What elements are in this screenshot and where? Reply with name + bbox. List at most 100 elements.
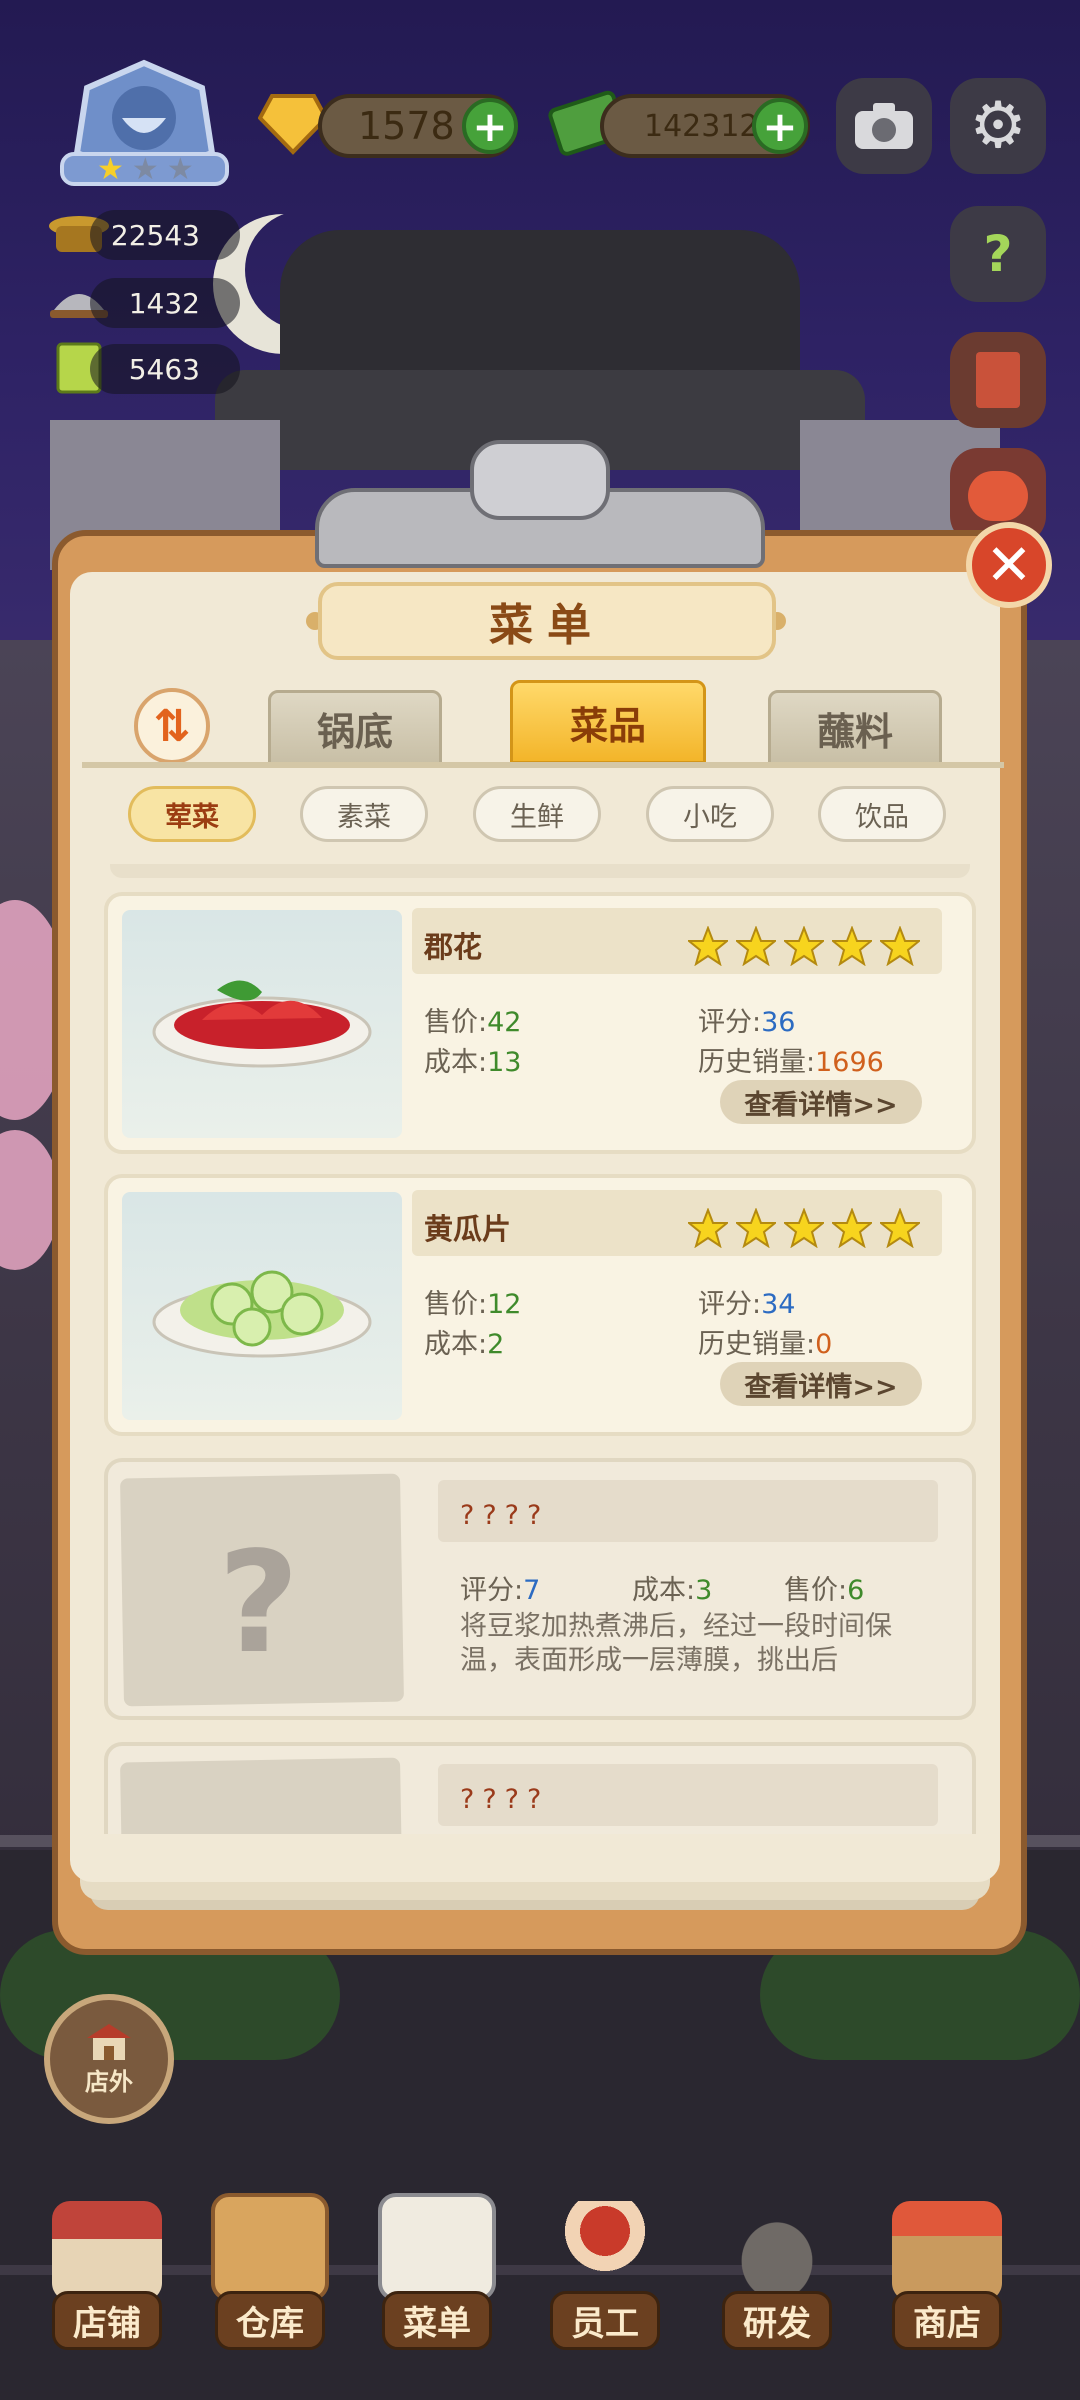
category-fresh[interactable]: 生鲜 (473, 786, 601, 842)
score-label: 评分: (698, 1007, 762, 1038)
tab-soup-base[interactable]: 锅底 (268, 690, 442, 766)
sort-arrows-icon: ⇅ (153, 700, 191, 752)
camera-button[interactable] (836, 78, 932, 174)
sales-label: 历史销量: (698, 1329, 816, 1360)
stat-value-3: 5463 (128, 352, 200, 386)
nav-menu[interactable]: 菜单 (372, 2190, 502, 2350)
nav-label: 菜单 (382, 2291, 492, 2350)
camera-icon (855, 103, 913, 149)
price-value: 6 (847, 1575, 865, 1606)
sales-row: 历史销量:0 (698, 1322, 832, 1361)
dish-name: 黄瓜片 (424, 1212, 512, 1246)
locked-dish-card[interactable]: ? ???? 评分:7 成本:3 售价:6 将豆浆加热煮沸后，经过一段时间保温，… (104, 1458, 976, 1720)
nav-label: 员工 (550, 2291, 660, 2350)
cost-value: 2 (487, 1329, 505, 1360)
add-cash-button[interactable]: + (752, 98, 808, 154)
outside-label: 店外 (85, 2067, 133, 2096)
price-label: 售价: (424, 1007, 488, 1038)
clipboard-clip-top (470, 440, 610, 520)
warehouse-boxes-icon (211, 2193, 329, 2301)
stat-value-1: 22543 (110, 218, 200, 252)
dish-card[interactable]: 黄瓜片 售价:12 成本:2 评分:34 历史销量:0 查看详情>> (104, 1174, 976, 1436)
star-icon (686, 1207, 730, 1249)
star-icon (734, 925, 778, 967)
sales-value: 0 (815, 1329, 833, 1360)
cost-value: 3 (695, 1575, 713, 1606)
nav-label: 商店 (892, 2291, 1002, 2350)
nav-label: 店铺 (52, 2291, 162, 2350)
close-button[interactable]: ✕ (966, 522, 1052, 608)
shop-front-icon (87, 2023, 131, 2060)
store-icon (52, 2201, 162, 2301)
score-label: 评分: (460, 1575, 524, 1606)
locked-dish-image (120, 1757, 404, 1834)
dish-name: 郡花 (424, 930, 483, 964)
star-icon (782, 925, 826, 967)
tab-dishes[interactable]: 菜品 (510, 680, 706, 764)
dish-list[interactable]: 郡花 售价:42 成本:13 评分:36 历史销量:1696 查看详情>> 黄瓜… (104, 862, 976, 1834)
help-book-button[interactable]: ? (950, 206, 1046, 302)
staff-chef-icon (550, 2201, 660, 2301)
cost-value: 13 (487, 1047, 522, 1078)
help-book-icon: ? (983, 225, 1013, 283)
gear-icon: ⚙ (969, 89, 1027, 163)
view-details-button[interactable]: 查看详情>> (720, 1080, 922, 1124)
category-drink[interactable]: 饮品 (818, 786, 946, 842)
tab-divider (82, 762, 1004, 768)
nav-shop[interactable]: 商店 (882, 2190, 1012, 2350)
dish-description: 将豆浆加热煮沸后，经过一段时间保温，表面形成一层薄膜，挑出后 (460, 1611, 892, 1676)
price-row: 售价:12 (424, 1282, 521, 1321)
sales-row: 历史销量:1696 (698, 1040, 884, 1079)
dish-image (122, 910, 402, 1138)
price-value: 12 (487, 1289, 522, 1320)
dish-card[interactable]: 郡花 售价:42 成本:13 评分:36 历史销量:1696 查看详情>> (104, 892, 976, 1154)
sales-label: 历史销量: (698, 1047, 816, 1078)
cost-row: 成本:3 (632, 1568, 712, 1607)
cost-label: 成本: (424, 1329, 488, 1360)
nav-warehouse[interactable]: 仓库 (205, 2190, 335, 2350)
nav-staff[interactable]: 员工 (540, 2190, 670, 2350)
cost-label: 成本: (424, 1047, 488, 1078)
sales-value: 1696 (815, 1047, 884, 1078)
category-snack[interactable]: 小吃 (646, 786, 774, 842)
rank-badge[interactable]: ★ ★ ★ (52, 58, 237, 188)
star-icon (734, 1207, 778, 1249)
star-icon (782, 1207, 826, 1249)
view-details-button[interactable]: 查看详情>> (720, 1362, 922, 1406)
nav-label: 仓库 (215, 2291, 325, 2350)
shop-stall-icon (892, 2201, 1002, 2301)
settings-button[interactable]: ⚙ (950, 78, 1046, 174)
red-book-icon (976, 352, 1020, 408)
score-row: 评分:34 (698, 1282, 795, 1321)
star-icon (686, 925, 730, 967)
add-gems-button[interactable]: + (462, 98, 518, 154)
score-row: 评分:7 (460, 1568, 540, 1607)
category-vegetable[interactable]: 素菜 (300, 786, 428, 842)
price-label: 售价: (424, 1289, 488, 1320)
category-meat[interactable]: 荤菜 (128, 786, 256, 842)
locked-dish-card[interactable]: ???? (104, 1742, 976, 1834)
menu-title: 菜单 (318, 582, 776, 660)
stat-pill-2: 1432 (90, 278, 240, 328)
stat-pill-3: 5463 (90, 344, 240, 394)
book-button[interactable] (950, 332, 1046, 428)
cost-row: 成本:13 (424, 1040, 521, 1079)
temple-roof (280, 230, 800, 380)
locked-dish-name: ???? (460, 1500, 550, 1531)
menu-clipboard-icon (378, 2193, 496, 2301)
cost-label: 成本: (632, 1575, 696, 1606)
price-row: 售价:6 (784, 1568, 864, 1607)
stat-pill-1: 22543 (90, 210, 240, 260)
cost-row: 成本:2 (424, 1322, 504, 1361)
nav-research[interactable]: 研发 (712, 2190, 842, 2350)
lion-dance-icon (968, 471, 1028, 521)
tab-dipping-sauce[interactable]: 蘸料 (768, 690, 942, 766)
star-icon (878, 925, 922, 967)
nav-store[interactable]: 店铺 (42, 2190, 172, 2350)
score-value: 7 (523, 1575, 541, 1606)
sort-button[interactable]: ⇅ (134, 688, 210, 764)
gem-value: 1578 (358, 104, 455, 148)
outside-button[interactable]: 店外 (44, 1994, 174, 2124)
close-icon: ✕ (985, 532, 1033, 598)
rank-star-empty-icon: ★ (166, 152, 194, 187)
